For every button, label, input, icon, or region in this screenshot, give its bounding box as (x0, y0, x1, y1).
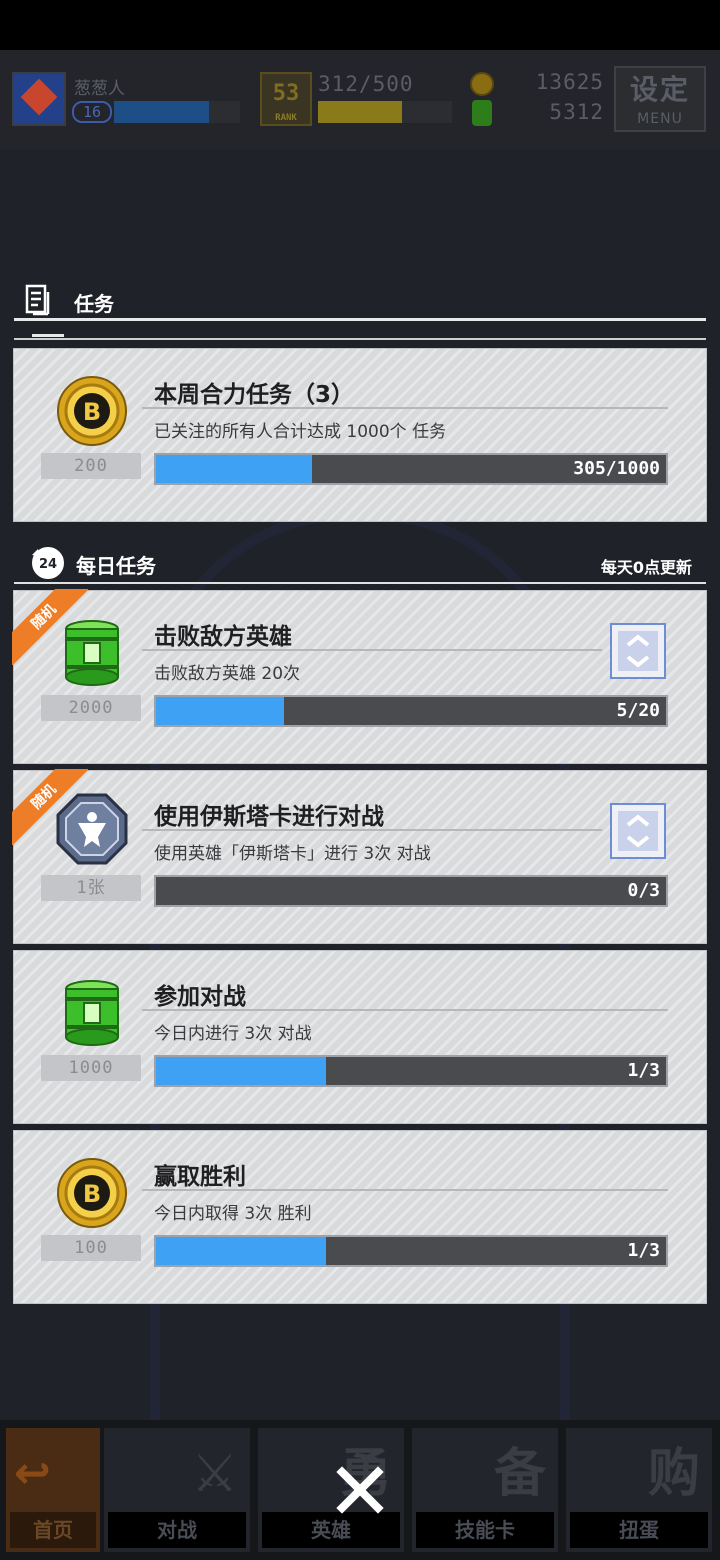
task-title: 参加对战 (154, 984, 246, 1010)
task-title: 本周合力任务（3） (154, 382, 355, 408)
daily-header: 24 每日任务 每天0点更新 (14, 540, 706, 586)
nav-skill-card-label: 技能卡 (416, 1512, 554, 1548)
green-can-icon (472, 100, 492, 126)
green-can-icon (65, 620, 119, 686)
nav-gacha-label: 扭蛋 (570, 1512, 708, 1548)
daily-task-card[interactable]: 随机 2000 击败敌方英雄 击败敌方英雄 20次 5/20 (12, 589, 707, 764)
nav-battle[interactable]: ⚔ 对战 (104, 1428, 250, 1552)
rank-value: 53 (272, 81, 300, 106)
gold-amount: 13625 (535, 70, 604, 94)
task-progress-label: 5/20 (616, 700, 660, 721)
task-progress-bar: 5/20 (154, 695, 668, 727)
gold-coin-icon (470, 72, 494, 96)
nav-skill-card[interactable]: 备 技能卡 (412, 1428, 558, 1552)
exp-bar (114, 101, 240, 123)
task-progress-fill (156, 455, 312, 483)
task-title: 击败敌方英雄 (154, 624, 292, 650)
reroll-task-button[interactable] (610, 803, 666, 859)
task-description: 今日内取得 3次 胜利 (154, 1204, 312, 1224)
nav-home-label: 首页 (10, 1512, 96, 1548)
can-amount: 5312 (549, 100, 604, 124)
nav-hero-label: 英雄 (262, 1512, 400, 1548)
daily-refresh-note: 每天0点更新 (600, 558, 692, 577)
task-progress-label: 0/3 (627, 880, 660, 901)
tasks-header: 任务 (14, 280, 706, 344)
menu-button-label: 设定 (629, 73, 690, 106)
task-progress-bar: 0/3 (154, 875, 668, 907)
menu-button[interactable]: 设定 MENU (614, 66, 706, 132)
task-description: 已关注的所有人合计达成 1000个 任务 (154, 422, 447, 442)
task-description: 今日内进行 3次 对战 (154, 1024, 312, 1044)
tasks-title: 任务 (74, 292, 114, 316)
task-progress-label: 305/1000 (573, 458, 660, 479)
nav-gacha[interactable]: 购 扭蛋 (566, 1428, 712, 1552)
reroll-task-button[interactable] (610, 623, 666, 679)
task-progress-fill (156, 1237, 326, 1265)
level-badge: 16 (72, 101, 112, 123)
reward-amount: 1000 (41, 1055, 141, 1081)
hero-card-icon (56, 793, 128, 865)
player-name: 葱葱人 (74, 79, 125, 99)
rank-label: RANK (275, 113, 297, 123)
reward-amount: 100 (41, 1235, 141, 1261)
nav-battle-label: 对战 (108, 1512, 246, 1548)
nav-home[interactable]: ↩ 首页 (6, 1428, 100, 1552)
task-progress-label: 1/3 (627, 1240, 660, 1261)
green-can-icon (65, 980, 119, 1046)
reward-amount: 200 (41, 453, 141, 479)
menu-button-sublabel: MENU (637, 111, 683, 127)
skill-card-icon: 备 (493, 1444, 546, 1504)
back-arrow-icon: ↩ (14, 1448, 51, 1499)
task-progress-fill (156, 697, 284, 725)
task-progress-label: 1/3 (627, 1060, 660, 1081)
task-title: 赢取胜利 (154, 1164, 246, 1190)
reward-amount: 2000 (41, 695, 141, 721)
weekly-task-card[interactable]: B 200 本周合力任务（3） 已关注的所有人合计达成 1000个 任务 305… (13, 348, 707, 522)
stamina-bar (318, 101, 452, 123)
svg-text:B: B (83, 398, 101, 426)
daily-task-card[interactable]: 1000 参加对战 今日内进行 3次 对战 1/3 (13, 950, 707, 1124)
gacha-icon: 购 (647, 1444, 700, 1504)
stamina-value: 312/500 (318, 72, 414, 96)
task-progress-bar: 305/1000 (154, 453, 668, 485)
player-avatar[interactable] (12, 72, 66, 126)
task-progress-fill (156, 1057, 326, 1085)
rank-badge: 53 RANK (260, 72, 312, 126)
exp-bar-fill (114, 101, 209, 123)
stamina-bar-fill (318, 101, 402, 123)
close-icon[interactable] (334, 1464, 386, 1516)
svg-text:B: B (83, 1180, 101, 1208)
gamepad-icon: ⚔ (191, 1444, 238, 1504)
reroll-icon (618, 811, 658, 851)
gold-coin-icon: B (57, 376, 127, 446)
task-description: 击败敌方英雄 20次 (154, 664, 301, 684)
reroll-icon (618, 631, 658, 671)
daily-task-card[interactable]: B 100 赢取胜利 今日内取得 3次 胜利 1/3 (13, 1130, 707, 1304)
task-title: 使用伊斯塔卡进行对战 (154, 804, 384, 830)
document-list-icon (25, 284, 50, 316)
task-progress-bar: 1/3 (154, 1055, 668, 1087)
task-description: 使用英雄「伊斯塔卡」进行 3次 对战 (154, 844, 431, 864)
top-hud (0, 50, 720, 150)
gold-coin-icon: B (57, 1158, 127, 1228)
daily-title: 每日任务 (76, 554, 156, 578)
reward-amount: 1张 (41, 875, 141, 901)
status-bar (0, 0, 720, 50)
clock-24-icon: 24 (32, 547, 64, 579)
svg-text:24: 24 (39, 557, 57, 572)
daily-task-card[interactable]: 随机 1张 使用伊斯塔卡进行对战 使用英雄「伊斯塔卡」进行 3次 对战 0/3 (12, 769, 707, 944)
task-progress-bar: 1/3 (154, 1235, 668, 1267)
